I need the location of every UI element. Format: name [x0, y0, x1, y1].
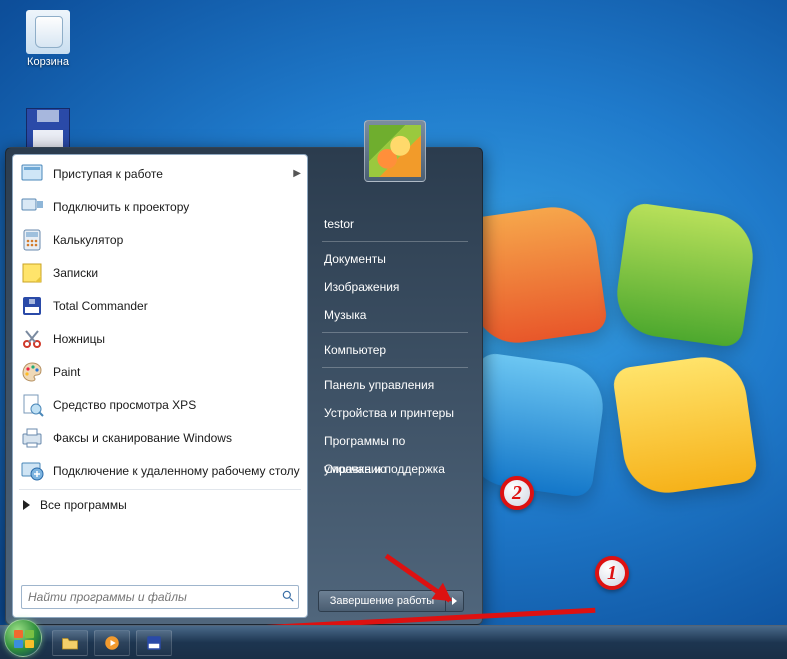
fax-scan-icon: [19, 425, 45, 451]
right-item-help[interactable]: Справка и поддержка: [314, 455, 476, 483]
xps-viewer-icon: [19, 392, 45, 418]
start-item-sticky-notes[interactable]: Записки: [13, 256, 307, 289]
start-item-label: Подключение к удаленному рабочему столу: [53, 464, 301, 478]
sticky-notes-icon: [19, 260, 45, 286]
annotation-badge-1: 1: [595, 556, 629, 590]
all-programs-label: Все программы: [40, 498, 127, 512]
right-item-default-programs[interactable]: Программы по умолчанию: [314, 427, 476, 455]
right-item-documents[interactable]: Документы: [314, 245, 476, 273]
start-menu-left-pane: Приступая к работе ▶ Подключить к проект…: [12, 154, 308, 618]
start-menu-right-pane: testor Документы Изображения Музыка Комп…: [314, 154, 476, 618]
right-item-computer[interactable]: Компьютер: [314, 336, 476, 364]
start-button[interactable]: [4, 619, 42, 657]
start-item-calculator[interactable]: Калькулятор: [13, 223, 307, 256]
start-item-getting-started[interactable]: Приступая к работе ▶: [13, 157, 307, 190]
all-programs-button[interactable]: Все программы: [13, 492, 307, 518]
wallpaper-windows-logo: [470, 210, 750, 490]
separator: [322, 241, 468, 242]
start-item-remote-desktop[interactable]: Подключение к удаленному рабочему столу: [13, 454, 307, 487]
start-item-label: Факсы и сканирование Windows: [53, 431, 301, 445]
start-item-label: Калькулятор: [53, 233, 301, 247]
right-item-pictures[interactable]: Изображения: [314, 273, 476, 301]
shutdown-button[interactable]: Завершение работы: [318, 590, 446, 612]
start-item-fax-scan[interactable]: Факсы и сканирование Windows: [13, 421, 307, 454]
start-menu: Приступая к работе ▶ Подключить к проект…: [5, 147, 483, 625]
start-item-label: Средство просмотра XPS: [53, 398, 301, 412]
start-item-label: Записки: [53, 266, 301, 280]
annotation-badge-2: 2: [500, 476, 534, 510]
separator: [322, 332, 468, 333]
getting-started-icon: [19, 161, 45, 187]
search-icon: [278, 589, 298, 606]
total-commander-icon: [19, 293, 45, 319]
start-item-total-commander[interactable]: Total Commander: [13, 289, 307, 322]
paint-icon: [19, 359, 45, 385]
separator: [19, 489, 301, 490]
right-item-music[interactable]: Музыка: [314, 301, 476, 329]
desktop-icon-recycle-bin[interactable]: Корзина: [12, 10, 84, 68]
windows-logo-icon: [14, 630, 34, 648]
start-item-xps-viewer[interactable]: Средство просмотра XPS: [13, 388, 307, 421]
triangle-right-icon: [23, 500, 30, 510]
start-menu-program-list: Приступая к работе ▶ Подключить к проект…: [13, 155, 307, 553]
chevron-right-icon: ▶: [293, 168, 301, 179]
start-item-label: Приступая к работе: [53, 167, 289, 181]
start-item-label: Total Commander: [53, 299, 301, 313]
start-item-label: Подключить к проектору: [53, 200, 301, 214]
folder-icon: [60, 634, 80, 652]
right-item-user[interactable]: testor: [314, 210, 476, 238]
start-item-label: Ножницы: [53, 332, 301, 346]
separator: [322, 367, 468, 368]
start-item-paint[interactable]: Paint: [13, 355, 307, 388]
taskbar-pin-explorer[interactable]: [52, 630, 88, 656]
right-item-devices-printers[interactable]: Устройства и принтеры: [314, 399, 476, 427]
search-input[interactable]: [22, 590, 278, 604]
right-item-control-panel[interactable]: Панель управления: [314, 371, 476, 399]
start-item-projector[interactable]: Подключить к проектору: [13, 190, 307, 223]
remote-desktop-icon: [19, 458, 45, 484]
start-item-snipping-tool[interactable]: Ножницы: [13, 322, 307, 355]
total-commander-icon: [144, 634, 164, 652]
taskbar: [0, 625, 787, 659]
projector-icon: [19, 194, 45, 220]
media-player-icon: [102, 634, 122, 652]
user-avatar-frame[interactable]: [364, 120, 426, 182]
desktop-icon-label: Корзина: [12, 56, 84, 68]
floppy-icon: [26, 108, 70, 152]
scissors-icon: [19, 326, 45, 352]
start-menu-search[interactable]: [21, 585, 299, 609]
taskbar-pin-totalcmd[interactable]: [136, 630, 172, 656]
user-avatar-icon: [369, 125, 421, 177]
calculator-icon: [19, 227, 45, 253]
recycle-bin-icon: [26, 10, 70, 54]
desktop: Корзина Приступая к работе ▶ Подключить …: [0, 0, 787, 659]
start-item-label: Paint: [53, 365, 301, 379]
taskbar-pin-player[interactable]: [94, 630, 130, 656]
